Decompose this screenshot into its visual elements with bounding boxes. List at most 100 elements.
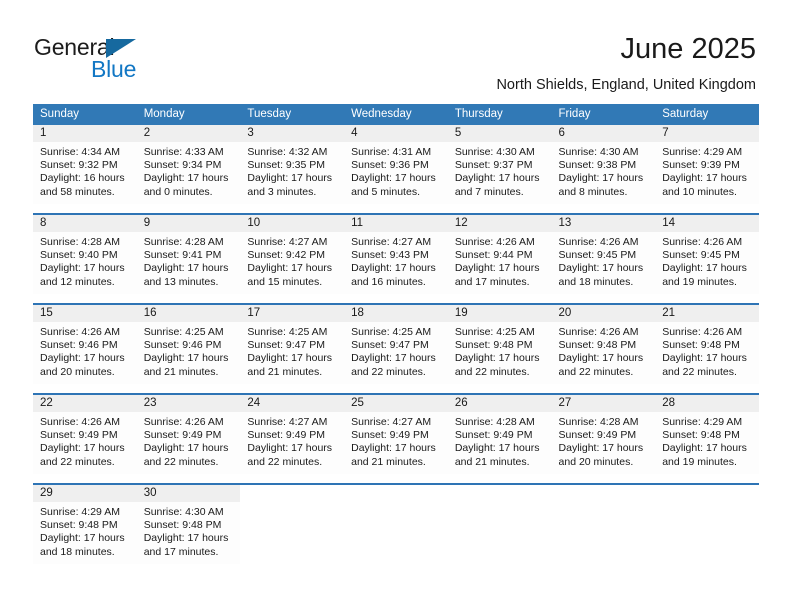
sunset-text: Sunset: 9:48 PM <box>40 519 118 532</box>
sunset-text: Sunset: 9:34 PM <box>143 159 222 172</box>
day-cell[interactable]: 14 Sunrise: 4:26 AM Sunset: 9:45 PM Dayl… <box>655 215 759 294</box>
day-cell[interactable]: 29 Sunrise: 4:29 AM Sunset: 9:48 PM Dayl… <box>33 485 137 564</box>
weekday-header-saturday: Saturday <box>662 108 709 120</box>
day-number: 14 <box>655 215 759 232</box>
day-number <box>447 485 552 502</box>
daylight-text: Daylight: 17 hours and 13 minutes. <box>143 262 229 288</box>
sunrise-text: Sunrise: 4:30 AM <box>454 146 535 158</box>
sunset-text: Sunset: 9:49 PM <box>454 429 533 442</box>
day-number: 22 <box>33 395 137 412</box>
daylight-text: Daylight: 17 hours and 19 minutes. <box>662 262 747 288</box>
day-number <box>655 485 759 502</box>
sunrise-text: Sunrise: 4:26 AM <box>454 236 535 248</box>
day-cell[interactable]: 21 Sunrise: 4:26 AM Sunset: 9:48 PM Dayl… <box>655 305 759 384</box>
day-cell[interactable]: 22 Sunrise: 4:26 AM Sunset: 9:49 PM Dayl… <box>33 395 137 474</box>
day-number: 20 <box>551 305 656 322</box>
day-number: 15 <box>33 305 137 322</box>
calendar-week: 15 Sunrise: 4:26 AM Sunset: 9:46 PM Dayl… <box>33 303 759 384</box>
daylight-text: Daylight: 17 hours and 0 minutes. <box>143 172 229 198</box>
day-cell[interactable]: 4 Sunrise: 4:31 AM Sunset: 9:36 PM Dayli… <box>344 125 448 204</box>
sunset-text: Sunset: 9:32 PM <box>40 159 118 172</box>
day-info: Sunrise: 4:29 AM Sunset: 9:48 PM Dayligh… <box>655 412 759 474</box>
day-cell[interactable]: 11 Sunrise: 4:27 AM Sunset: 9:43 PM Dayl… <box>344 215 448 294</box>
sunset-text: Sunset: 9:47 PM <box>247 339 326 352</box>
day-cell[interactable]: 1 Sunrise: 4:34 AM Sunset: 9:32 PM Dayli… <box>33 125 137 204</box>
day-number: 16 <box>136 305 241 322</box>
day-cell[interactable]: 13 Sunrise: 4:26 AM Sunset: 9:45 PM Dayl… <box>551 215 656 294</box>
sunset-text: Sunset: 9:48 PM <box>143 519 222 532</box>
day-cell[interactable]: 7 Sunrise: 4:29 AM Sunset: 9:39 PM Dayli… <box>655 125 759 204</box>
day-cell[interactable]: 15 Sunrise: 4:26 AM Sunset: 9:46 PM Dayl… <box>33 305 137 384</box>
day-info <box>552 502 656 564</box>
daylight-text: Daylight: 17 hours and 22 minutes. <box>662 352 747 378</box>
day-cell[interactable]: 16 Sunrise: 4:25 AM Sunset: 9:46 PM Dayl… <box>136 305 241 384</box>
day-number: 27 <box>551 395 656 412</box>
sunset-text: Sunset: 9:46 PM <box>143 339 222 352</box>
daylight-text: Daylight: 17 hours and 20 minutes. <box>558 442 644 468</box>
sunrise-text: Sunrise: 4:25 AM <box>247 326 328 338</box>
day-number: 17 <box>240 305 345 322</box>
day-number: 18 <box>344 305 448 322</box>
day-cell[interactable]: 8 Sunrise: 4:28 AM Sunset: 9:40 PM Dayli… <box>33 215 137 294</box>
day-number: 25 <box>344 395 448 412</box>
sunrise-text: Sunrise: 4:29 AM <box>662 146 743 158</box>
location-subtitle: North Shields, England, United Kingdom <box>496 77 756 93</box>
day-number: 4 <box>344 125 448 142</box>
sunset-text: Sunset: 9:42 PM <box>247 249 326 262</box>
day-number: 29 <box>33 485 137 502</box>
daylight-text: Daylight: 17 hours and 15 minutes. <box>247 262 333 288</box>
day-cell[interactable]: 28 Sunrise: 4:29 AM Sunset: 9:48 PM Dayl… <box>655 395 759 474</box>
day-cell[interactable]: 23 Sunrise: 4:26 AM Sunset: 9:49 PM Dayl… <box>136 395 241 474</box>
day-cell[interactable]: 6 Sunrise: 4:30 AM Sunset: 9:38 PM Dayli… <box>551 125 656 204</box>
day-info: Sunrise: 4:25 AM Sunset: 9:47 PM Dayligh… <box>344 322 448 384</box>
weekday-header-sunday: Sunday <box>40 108 80 120</box>
day-cell[interactable]: 17 Sunrise: 4:25 AM Sunset: 9:47 PM Dayl… <box>240 305 345 384</box>
day-number: 30 <box>136 485 241 502</box>
week-day-row: 29 Sunrise: 4:29 AM Sunset: 9:48 PM Dayl… <box>33 485 759 564</box>
day-cell[interactable]: 24 Sunrise: 4:27 AM Sunset: 9:49 PM Dayl… <box>240 395 345 474</box>
sunset-text: Sunset: 9:48 PM <box>454 339 533 352</box>
day-cell[interactable]: 2 Sunrise: 4:33 AM Sunset: 9:34 PM Dayli… <box>136 125 241 204</box>
day-cell[interactable]: 26 Sunrise: 4:28 AM Sunset: 9:49 PM Dayl… <box>447 395 552 474</box>
day-cell[interactable]: 5 Sunrise: 4:30 AM Sunset: 9:37 PM Dayli… <box>447 125 552 204</box>
sunrise-text: Sunrise: 4:26 AM <box>662 236 743 248</box>
day-number <box>240 485 345 502</box>
day-cell[interactable]: 12 Sunrise: 4:26 AM Sunset: 9:44 PM Dayl… <box>447 215 552 294</box>
week-day-row: 8 Sunrise: 4:28 AM Sunset: 9:40 PM Dayli… <box>33 215 759 294</box>
sunrise-text: Sunrise: 4:26 AM <box>558 236 639 248</box>
week-day-row: 22 Sunrise: 4:26 AM Sunset: 9:49 PM Dayl… <box>33 395 759 474</box>
calendar-week: 1 Sunrise: 4:34 AM Sunset: 9:32 PM Dayli… <box>33 125 759 204</box>
daylight-text: Daylight: 17 hours and 19 minutes. <box>662 442 747 468</box>
day-number <box>551 485 656 502</box>
day-cell[interactable]: 19 Sunrise: 4:25 AM Sunset: 9:48 PM Dayl… <box>447 305 552 384</box>
brand-name-blue: Blue <box>91 56 137 82</box>
day-cell[interactable]: 25 Sunrise: 4:27 AM Sunset: 9:49 PM Dayl… <box>344 395 448 474</box>
day-cell-empty <box>344 485 448 564</box>
day-cell-empty <box>447 485 552 564</box>
day-cell[interactable]: 3 Sunrise: 4:32 AM Sunset: 9:35 PM Dayli… <box>240 125 345 204</box>
day-cell[interactable]: 27 Sunrise: 4:28 AM Sunset: 9:49 PM Dayl… <box>551 395 656 474</box>
sunset-text: Sunset: 9:49 PM <box>558 429 637 442</box>
sunrise-text: Sunrise: 4:33 AM <box>143 146 224 158</box>
sunrise-text: Sunrise: 4:28 AM <box>40 236 120 248</box>
day-info: Sunrise: 4:30 AM Sunset: 9:37 PM Dayligh… <box>448 142 552 204</box>
sunrise-text: Sunrise: 4:30 AM <box>558 146 639 158</box>
day-cell[interactable]: 30 Sunrise: 4:30 AM Sunset: 9:48 PM Dayl… <box>136 485 241 564</box>
sunrise-text: Sunrise: 4:25 AM <box>143 326 224 338</box>
sunset-text: Sunset: 9:38 PM <box>558 159 637 172</box>
sunrise-text: Sunrise: 4:26 AM <box>662 326 743 338</box>
brand-logo[interactable]: General Blue <box>34 34 274 90</box>
sunset-text: Sunset: 9:48 PM <box>558 339 637 352</box>
sunset-text: Sunset: 9:48 PM <box>662 429 740 442</box>
sunrise-text: Sunrise: 4:34 AM <box>40 146 120 158</box>
sunrise-text: Sunrise: 4:29 AM <box>662 416 743 428</box>
day-cell[interactable]: 18 Sunrise: 4:25 AM Sunset: 9:47 PM Dayl… <box>344 305 448 384</box>
day-cell[interactable]: 20 Sunrise: 4:26 AM Sunset: 9:48 PM Dayl… <box>551 305 656 384</box>
day-cell[interactable]: 9 Sunrise: 4:28 AM Sunset: 9:41 PM Dayli… <box>136 215 241 294</box>
day-info: Sunrise: 4:28 AM Sunset: 9:41 PM Dayligh… <box>137 232 241 294</box>
sunset-text: Sunset: 9:37 PM <box>454 159 533 172</box>
day-info: Sunrise: 4:26 AM Sunset: 9:48 PM Dayligh… <box>655 322 759 384</box>
day-cell[interactable]: 10 Sunrise: 4:27 AM Sunset: 9:42 PM Dayl… <box>240 215 345 294</box>
day-info: Sunrise: 4:26 AM Sunset: 9:44 PM Dayligh… <box>448 232 552 294</box>
daylight-text: Daylight: 17 hours and 21 minutes. <box>143 352 229 378</box>
